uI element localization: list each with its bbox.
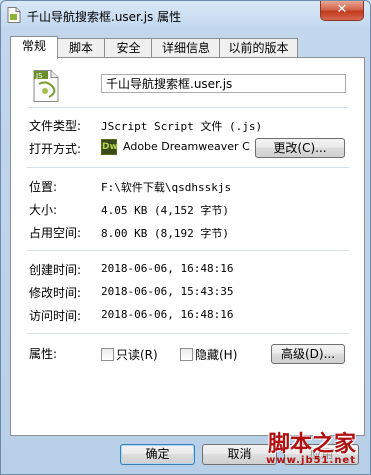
script-file-icon: [7, 7, 21, 23]
properties-window: 千山导航搜索框.user.js 属性 ✕ 常规 脚本 安全 详细信息 以前的版本…: [0, 0, 371, 475]
location-label: 位置:: [29, 180, 58, 194]
close-button[interactable]: ✕: [320, 1, 364, 21]
hidden-label[interactable]: 隐藏(H): [195, 346, 237, 363]
ok-button[interactable]: 确定: [120, 444, 195, 465]
hidden-checkbox[interactable]: [180, 348, 193, 361]
location-value: F:\软件下载\qsdhsskjs: [101, 181, 232, 194]
tab-details[interactable]: 详细信息: [151, 38, 221, 58]
file-name-input[interactable]: 千山导航搜索框.user.js: [101, 74, 346, 93]
modified-value: 2018-06-06, 15:43:35: [101, 285, 234, 298]
divider: [27, 167, 349, 168]
modified-label: 修改时间:: [29, 286, 82, 300]
change-button[interactable]: 更改(C)...: [255, 138, 345, 158]
title-bar[interactable]: 千山导航搜索框.user.js 属性 ✕: [1, 1, 370, 29]
readonly-checkbox[interactable]: [101, 348, 114, 361]
close-icon: ✕: [336, 2, 348, 17]
file-type-value: JScript Script 文件 (.js): [101, 120, 263, 133]
js-file-icon: JS: [33, 70, 59, 102]
file-type-label: 文件类型:: [29, 119, 82, 133]
window-title: 千山导航搜索框.user.js 属性: [27, 10, 182, 24]
size-label: 大小:: [29, 203, 58, 217]
tab-script[interactable]: 脚本: [56, 38, 106, 58]
created-value: 2018-06-06, 16:48:16: [101, 262, 234, 275]
open-with-label: 打开方式:: [29, 142, 82, 156]
tab-general[interactable]: 常规: [10, 36, 58, 59]
created-label: 创建时间:: [29, 263, 82, 277]
accessed-value: 2018-06-06, 16:48:16: [101, 308, 234, 321]
divider: [27, 333, 349, 334]
tab-security[interactable]: 安全: [104, 38, 153, 58]
svg-text:JS: JS: [35, 72, 43, 80]
advanced-button[interactable]: 高级(D)...: [271, 344, 345, 364]
general-panel: JS 千山导航搜索框.user.js 文件类型: JScript Script …: [10, 57, 365, 436]
attributes-label: 属性:: [29, 347, 58, 361]
size-value: 4.05 KB (4,152 字节): [101, 204, 229, 217]
watermark-url: www.jb51.net: [266, 455, 356, 466]
size-on-disk-value: 8.00 KB (8,192 字节): [101, 227, 229, 240]
accessed-label: 访问时间:: [29, 309, 82, 323]
divider: [27, 107, 349, 108]
readonly-label[interactable]: 只读(R): [116, 346, 158, 363]
size-on-disk-label: 占用空间:: [29, 226, 82, 240]
tab-previous-versions[interactable]: 以前的版本: [219, 38, 298, 58]
divider: [27, 250, 349, 251]
watermark-logo: 脚本之家: [267, 431, 356, 457]
open-with-app: Adobe Dreamweaver C: [123, 140, 250, 153]
dreamweaver-icon: Dw: [101, 139, 118, 155]
